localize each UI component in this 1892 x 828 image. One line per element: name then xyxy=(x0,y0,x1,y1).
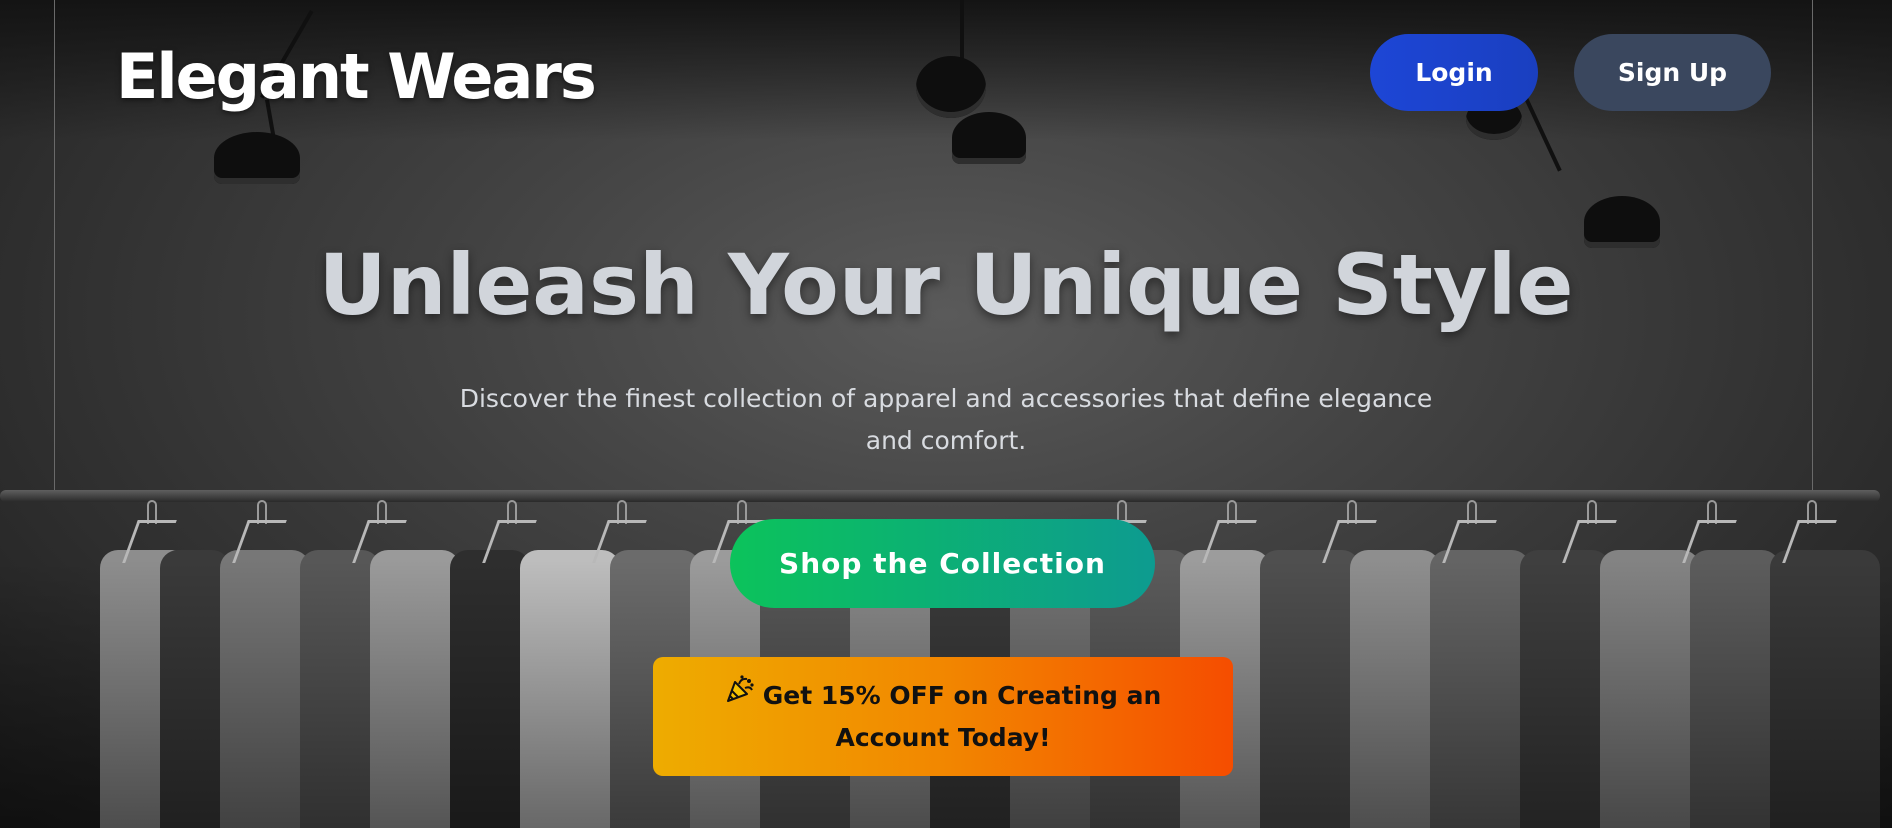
hero-subheadline: Discover the finest collection of appare… xyxy=(459,384,1433,455)
hero-headline: Unleash Your Unique Style xyxy=(318,236,1574,334)
promo-text-line1: Get 15% OFF on Creating an xyxy=(762,680,1162,710)
promo-banner[interactable]: Get 15% OFF on Creating an Account Today… xyxy=(653,657,1233,776)
lamp xyxy=(214,132,300,184)
party-popper-icon xyxy=(725,674,755,717)
promo-text-line2: Account Today! xyxy=(835,723,1051,752)
brand-logo[interactable]: Elegant Wears xyxy=(116,40,597,113)
signup-button[interactable]: Sign Up xyxy=(1574,34,1771,111)
lamp xyxy=(952,112,1026,164)
shop-collection-button[interactable]: Shop the Collection xyxy=(730,519,1155,608)
lamp xyxy=(916,56,986,118)
login-button[interactable]: Login xyxy=(1370,34,1538,111)
